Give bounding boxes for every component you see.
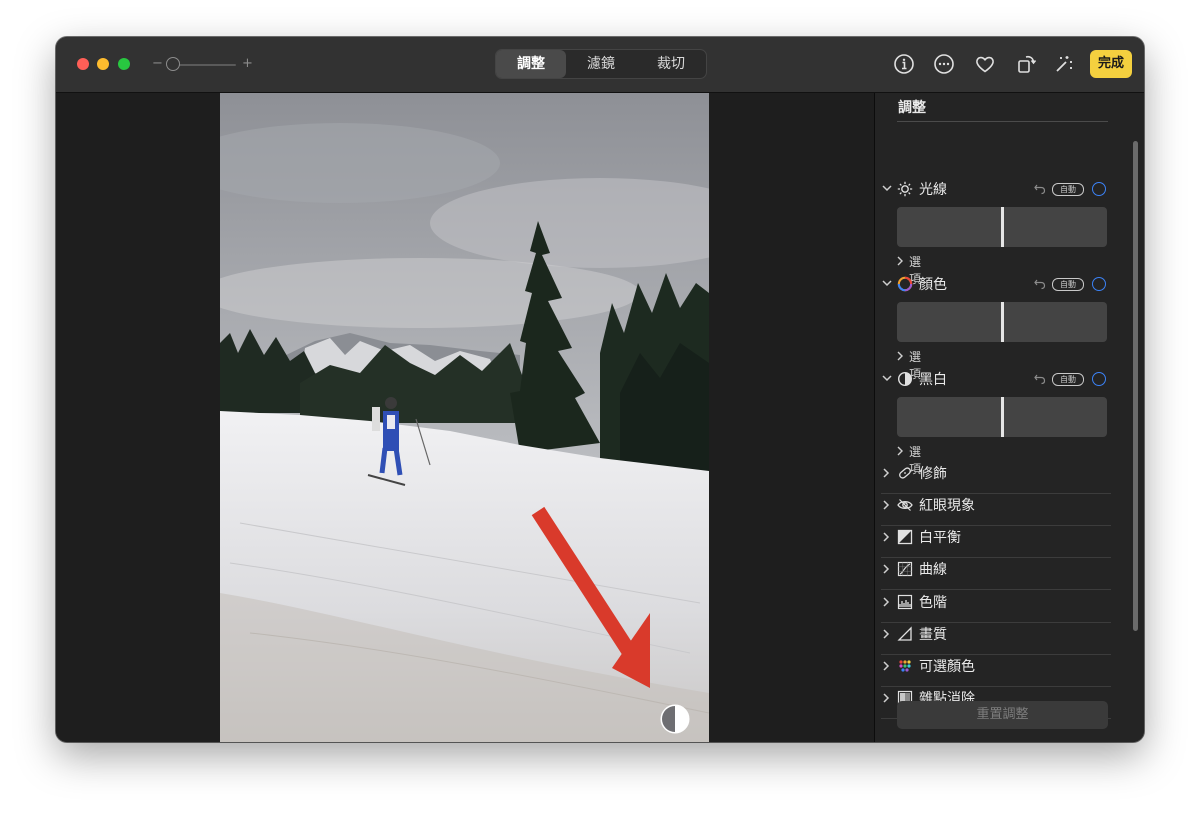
eye-icon (897, 499, 913, 511)
black-white-slider[interactable] (897, 397, 1107, 437)
reset-adjustments-button[interactable]: 重置調整 (897, 701, 1108, 729)
auto-button[interactable]: 自動 (1052, 278, 1084, 291)
color-slider[interactable] (897, 302, 1107, 342)
photos-edit-window: − + 調整 濾鏡 裁切 完成 調整 光線 自動 選項 顏色 自動 選項 黑白 … (56, 37, 1144, 742)
toolbar: − + 調整 濾鏡 裁切 完成 (56, 37, 1144, 93)
slider-handle[interactable] (1001, 302, 1004, 342)
chevron-right-icon[interactable] (881, 657, 893, 677)
undo-icon[interactable] (1033, 372, 1047, 386)
zoom-slider-knob[interactable] (166, 57, 180, 71)
tool-curves-label: 曲線 (919, 562, 947, 578)
info-icon[interactable] (892, 52, 916, 76)
curves-icon (897, 561, 913, 577)
section-color[interactable]: 顏色 自動 (881, 273, 1111, 295)
auto-button[interactable]: 自動 (1052, 183, 1084, 196)
photo-image (220, 93, 709, 742)
chevron-right-icon[interactable] (881, 625, 893, 645)
tool-white-balance[interactable]: 白平衡 (881, 525, 1111, 558)
zoom-window-button[interactable] (118, 58, 130, 70)
chevron-right-icon[interactable] (881, 560, 893, 580)
chevron-right-icon[interactable] (881, 689, 893, 709)
section-black-white[interactable]: 黑白 自動 (881, 368, 1111, 390)
selective-color-icon (899, 660, 911, 672)
section-light[interactable]: 光線 自動 (881, 178, 1111, 200)
tab-filters[interactable]: 濾鏡 (566, 50, 636, 78)
chevron-down-icon[interactable] (881, 273, 893, 295)
auto-button[interactable]: 自動 (1052, 373, 1084, 386)
slider-handle[interactable] (1001, 397, 1004, 437)
auto-enhance-icon[interactable] (1052, 52, 1076, 76)
zoom-out-label: − (152, 56, 163, 71)
chevron-right-icon[interactable] (881, 496, 893, 516)
tab-adjust[interactable]: 調整 (496, 50, 566, 78)
sidebar-title-divider (897, 121, 1108, 122)
tool-red-eye[interactable]: 紅眼現象 (881, 493, 1111, 526)
tool-levels-label: 色階 (919, 595, 947, 611)
section-enable-toggle[interactable] (1092, 277, 1106, 291)
tool-curves[interactable]: 曲線 (881, 557, 1111, 590)
section-light-label: 光線 (919, 182, 947, 198)
chevron-right-icon (897, 446, 903, 456)
undo-icon[interactable] (1033, 182, 1047, 196)
more-icon[interactable] (932, 52, 956, 76)
adjust-sidebar: 調整 光線 自動 選項 顏色 自動 選項 黑白 自動 選項 修飾 紅眼現象 白平… (874, 93, 1144, 742)
color-wheel-icon (897, 276, 913, 292)
chevron-right-icon[interactable] (881, 593, 893, 613)
half-circle-icon (897, 371, 913, 387)
light-slider[interactable] (897, 207, 1107, 247)
chevron-right-icon (897, 256, 903, 266)
section-black-white-label: 黑白 (919, 372, 947, 388)
sidebar-title: 調整 (898, 100, 926, 116)
tool-retouch-label: 修飾 (919, 466, 947, 482)
zoom-in-label: + (242, 56, 253, 71)
section-enable-toggle[interactable] (1092, 372, 1106, 386)
tab-crop[interactable]: 裁切 (636, 50, 706, 78)
white-balance-icon (897, 529, 913, 545)
chevron-down-icon[interactable] (881, 178, 893, 200)
photo-canvas (56, 93, 874, 742)
tool-definition-label: 畫質 (919, 627, 947, 643)
definition-icon (897, 626, 912, 641)
section-color-label: 顏色 (919, 277, 947, 293)
tool-levels[interactable]: 色階 (881, 590, 1111, 623)
done-button[interactable]: 完成 (1090, 50, 1132, 78)
sun-icon (897, 181, 913, 197)
close-window-button[interactable] (77, 58, 89, 70)
slider-handle[interactable] (1001, 207, 1004, 247)
tool-selective-color[interactable]: 可選顏色 (881, 654, 1111, 687)
chevron-right-icon[interactable] (881, 528, 893, 548)
undo-icon[interactable] (1033, 277, 1047, 291)
tool-retouch[interactable]: 修飾 (881, 461, 1111, 494)
section-enable-toggle[interactable] (1092, 182, 1106, 196)
heart-icon[interactable] (973, 52, 997, 76)
tool-red-eye-label: 紅眼現象 (919, 498, 975, 514)
tool-white-balance-label: 白平衡 (919, 530, 961, 546)
sidebar-scrollbar[interactable] (1133, 141, 1138, 631)
chevron-right-icon[interactable] (881, 464, 893, 484)
tool-definition[interactable]: 畫質 (881, 622, 1111, 655)
chevron-down-icon[interactable] (881, 368, 893, 390)
bandage-icon (899, 467, 911, 479)
edit-mode-tabs: 調整 濾鏡 裁切 (495, 49, 707, 79)
levels-icon (897, 594, 913, 610)
chevron-right-icon (897, 351, 903, 361)
rotate-icon[interactable] (1014, 52, 1038, 76)
tool-selective-color-label: 可選顏色 (919, 659, 975, 675)
minimize-window-button[interactable] (97, 58, 109, 70)
